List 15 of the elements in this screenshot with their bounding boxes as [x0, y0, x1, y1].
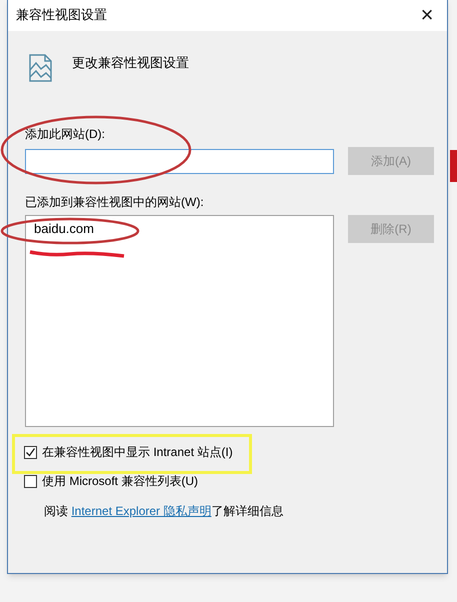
background-page-block — [450, 150, 457, 182]
website-list[interactable]: baidu.com — [25, 215, 334, 427]
checkbox-label: 使用 Microsoft 兼容性列表(U) — [42, 473, 198, 490]
dialog-heading: 更改兼容性视图设置 — [72, 54, 189, 72]
checkbox[interactable] — [24, 446, 37, 458]
privacy-link[interactable]: Internet Explorer 隐私声明 — [71, 504, 212, 518]
list-label: 已添加到兼容性视图中的网站(W): — [25, 194, 205, 211]
close-button[interactable]: × — [407, 0, 447, 30]
checkbox[interactable] — [24, 474, 37, 488]
picture-file-icon — [28, 53, 54, 83]
checkbox-label: 在兼容性视图中显示 Intranet 站点(I) — [42, 444, 233, 461]
website-input-field[interactable] — [25, 148, 334, 174]
field-label: 添加此网站(D): — [25, 126, 106, 143]
window-title: 兼容性视图设置 — [16, 6, 107, 24]
privacy-sentence: 阅读 Internet Explorer 隐私声明了解详细信息 — [44, 503, 284, 520]
